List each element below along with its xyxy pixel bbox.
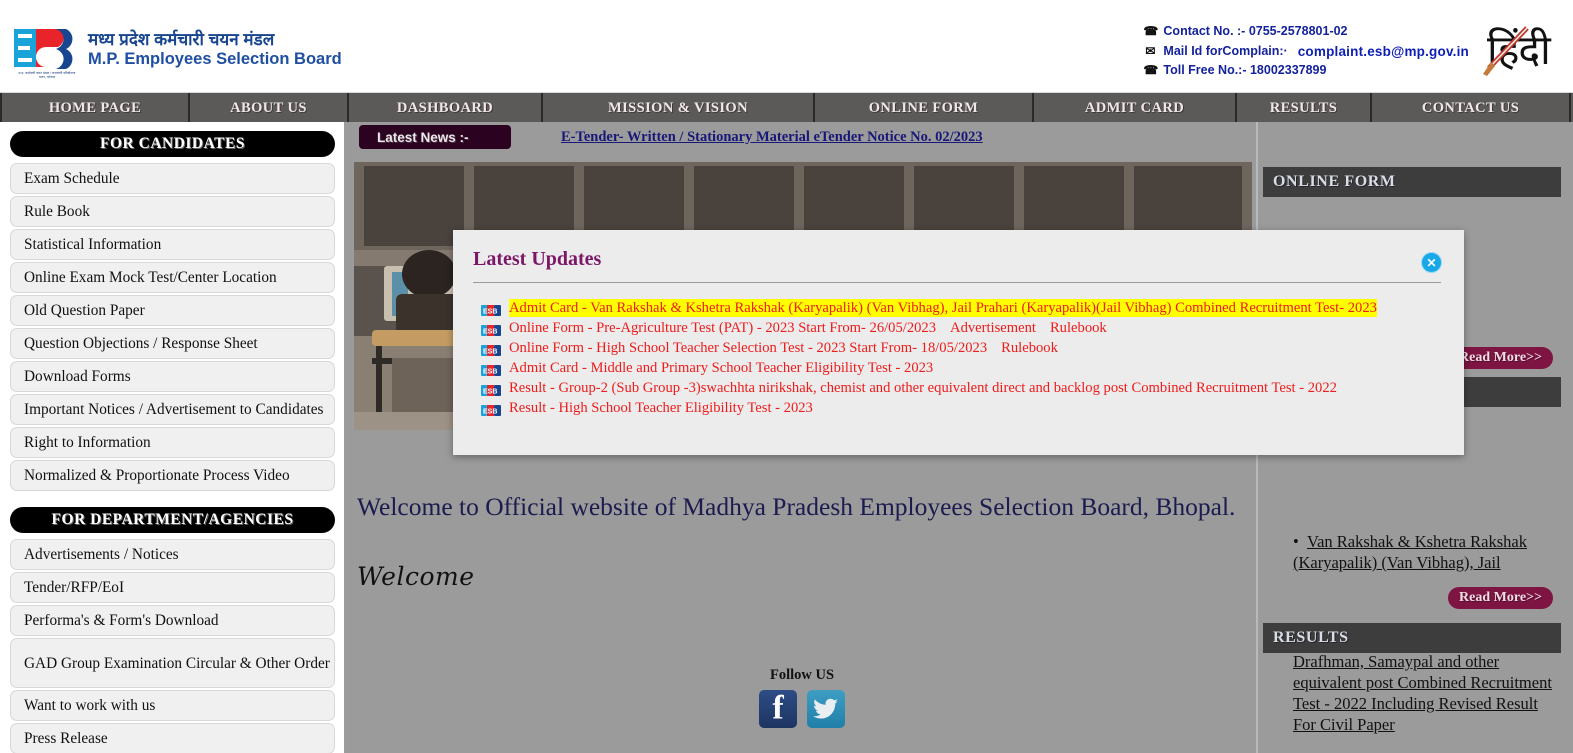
main-navigation: HOME PAGE ABOUT US DASHBOARD MISSION & V… [0, 92, 1573, 123]
list-item: ESB Result - High School Teacher Eligibi… [481, 398, 1452, 418]
sidebar-heading-department: FOR DEPARTMENT/AGENCIES [10, 507, 335, 533]
page-root: म.प्र. कर्मचारी चयन मंडल / राजधानी परियो… [0, 0, 1573, 753]
follow-us-label: Follow US [769, 667, 835, 683]
svg-text:ESB: ESB [483, 348, 497, 355]
logo-subcaption: म.प्र. कर्मचारी चयन मंडल / राजधानी परियो… [18, 71, 76, 79]
latest-updates-list: ESB Admit Card - Van Rakshak & Kshetra R… [481, 298, 1452, 418]
sidebar-item-statistical-information[interactable]: Statistical Information [10, 229, 335, 260]
svg-text:ESB: ESB [483, 388, 497, 395]
rightbar-admit-card-read-more[interactable]: Read More>> [1448, 587, 1553, 609]
nav-item-results[interactable]: RESULTS [1237, 93, 1372, 123]
nav-item-dashboard[interactable]: DASHBOARD [349, 93, 543, 123]
list-item: ESB Online Form - Pre-Agriculture Test (… [481, 318, 1452, 338]
svg-text:ESB: ESB [483, 368, 497, 375]
sidebar-item-press-release[interactable]: Press Release [10, 723, 335, 753]
contact-phone-label: Contact No. :- 0755-2578801-02 [1163, 24, 1348, 38]
sidebar-item-important-notices[interactable]: Important Notices / Advertisement to Can… [10, 394, 335, 425]
site-header: म.प्र. कर्मचारी चयन मंडल / राजधानी परियो… [0, 0, 1573, 92]
rightbar-heading-online-form: ONLINE FORM [1263, 167, 1561, 197]
nav-item-contact-us[interactable]: CONTACT US [1372, 93, 1571, 123]
esb-badge-icon: ESB [481, 323, 501, 336]
logo-title-english: M.P. Employees Selection Board [88, 49, 342, 68]
nav-item-admit-card[interactable]: ADMIT CARD [1034, 93, 1237, 123]
sidebar-heading-candidates: FOR CANDIDATES [10, 131, 335, 157]
esb-badge-icon: ESB [481, 363, 501, 376]
contact-tollfree-line: ☎ Toll Free No.:- 18002337899 [1143, 61, 1469, 81]
svg-text:ESB: ESB [483, 328, 497, 335]
mail-icon: ✉ [1145, 43, 1156, 58]
list-item: ESB Admit Card - Van Rakshak & Kshetra R… [481, 298, 1452, 318]
contact-mail-value[interactable]: complaint.esb@mp.gov.in [1298, 42, 1469, 62]
sidebar-item-online-exam-mock-test[interactable]: Online Exam Mock Test/Center Location [10, 262, 335, 293]
list-item: ESB Admit Card - Middle and Primary Scho… [481, 358, 1452, 378]
welcome-script-heading: Welcome [357, 562, 475, 591]
svg-text:ESB: ESB [483, 308, 497, 315]
follow-us-section: Follow US [347, 667, 1257, 728]
rightbar-admit-card-item[interactable]: • Van Rakshak & Kshetra Rakshak (Karyapal… [1293, 531, 1555, 575]
nav-item-about-us[interactable]: ABOUT US [190, 93, 349, 123]
sidebar-item-question-objections[interactable]: Question Objections / Response Sheet [10, 328, 335, 359]
header-contact-block: ☎ Contact No. :- 0755-2578801-02 ✉ Mail … [1143, 22, 1469, 81]
sidebar-item-normalized-process-video[interactable]: Normalized & Proportionate Process Video [10, 460, 335, 491]
modal-divider [473, 282, 1441, 283]
sidebar-item-gad-group-examination[interactable]: GAD Group Examination Circular & Other O… [10, 638, 335, 688]
site-logo[interactable]: म.प्र. कर्मचारी चयन मंडल / राजधानी परियो… [14, 27, 342, 79]
rightbar-results-item[interactable]: Drafhman, Samaypal and other equivalent … [1293, 653, 1555, 753]
rightbar-results-body: Drafhman, Samaypal and other equivalent … [1263, 653, 1561, 753]
latest-news-label: Latest News :- [359, 125, 511, 149]
update-2-advertisement-link[interactable]: Advertisement [950, 319, 1036, 337]
update-3-rulebook-link[interactable]: Rulebook [1001, 339, 1058, 357]
list-item: ESB Result - Group-2 (Sub Group -3)swach… [481, 378, 1452, 398]
nav-item-home-page[interactable]: HOME PAGE [0, 93, 190, 123]
contact-mail-line: ✉ Mail Id forComplain:· complaint.esb@mp… [1143, 42, 1469, 62]
twitter-icon[interactable] [807, 690, 845, 728]
sidebar-item-exam-schedule[interactable]: Exam Schedule [10, 163, 335, 194]
esb-badge-icon: ESB [481, 383, 501, 396]
latest-updates-modal: Latest Updates ✕ ESB Admit Card - Van Ra… [453, 230, 1464, 455]
nav-item-mission-vision[interactable]: MISSION & VISION [543, 93, 815, 123]
sidebar-item-tender-rfp-eoi[interactable]: Tender/RFP/EoI [10, 572, 335, 603]
nav-item-online-form[interactable]: ONLINE FORM [815, 93, 1034, 123]
contact-phone-line: ☎ Contact No. :- 0755-2578801-02 [1143, 22, 1469, 42]
update-link-5[interactable]: Result - Group-2 (Sub Group -3)swachhta … [509, 379, 1337, 397]
paintbrush-icon [1483, 26, 1529, 76]
rightbar-admit-card-link[interactable]: Van Rakshak & Kshetra Rakshak (Karyapali… [1293, 532, 1527, 572]
list-item: ESB Online Form - High School Teacher Se… [481, 338, 1452, 358]
sidebar-item-right-to-information[interactable]: Right to Information [10, 427, 335, 458]
esb-badge-icon: ESB [481, 403, 501, 416]
update-link-6[interactable]: Result - High School Teacher Eligibility… [509, 399, 813, 417]
modal-title: Latest Updates [473, 248, 602, 270]
bullet-icon: • [1293, 532, 1299, 551]
sidebar-item-rule-book[interactable]: Rule Book [10, 196, 335, 227]
social-links [347, 690, 1257, 728]
sidebar-item-advertisements-notices[interactable]: Advertisements / Notices [10, 539, 335, 570]
phone-icon: ☎ [1143, 24, 1159, 38]
update-link-1[interactable]: Admit Card - Van Rakshak & Kshetra Raksh… [509, 299, 1377, 317]
latest-news-link[interactable]: E-Tender- Written / Stationary Material … [561, 129, 983, 146]
sidebar-item-old-question-paper[interactable]: Old Question Paper [10, 295, 335, 326]
welcome-paragraph: Welcome to Official website of Madhya Pr… [357, 492, 1236, 521]
logo-title-hindi: मध्य प्रदेश कर्मचारी चयन मंडल [88, 29, 275, 49]
esb-badge-icon: ESB [481, 343, 501, 356]
left-sidebar: FOR CANDIDATES Exam Schedule Rule Book S… [0, 122, 345, 753]
facebook-icon[interactable] [759, 690, 797, 728]
update-2-rulebook-link[interactable]: Rulebook [1050, 319, 1107, 337]
language-toggle-hindi[interactable]: हिंदी [1475, 20, 1567, 82]
contact-tollfree-label: Toll Free No.:- 18002337899 [1163, 63, 1327, 77]
contact-mail-label: Mail Id forComplain:· [1163, 43, 1288, 58]
esb-badge-icon: ESB [481, 303, 501, 316]
close-icon[interactable]: ✕ [1421, 252, 1442, 273]
update-link-2[interactable]: Online Form - Pre-Agriculture Test (PAT)… [509, 319, 936, 337]
rightbar-heading-results: RESULTS [1263, 623, 1561, 653]
esb-logo-icon: म.प्र. कर्मचारी चयन मंडल / राजधानी परियो… [14, 27, 78, 79]
sidebar-item-download-forms[interactable]: Download Forms [10, 361, 335, 392]
sidebar-item-want-to-work-with-us[interactable]: Want to work with us [10, 690, 335, 721]
phone-icon: ☎ [1143, 63, 1159, 77]
update-link-3[interactable]: Online Form - High School Teacher Select… [509, 339, 987, 357]
sidebar-item-performa-forms-download[interactable]: Performa's & Form's Download [10, 605, 335, 636]
latest-news-bar: Latest News :- E-Tender- Written / Stati… [347, 122, 1257, 152]
svg-text:ESB: ESB [483, 408, 497, 415]
update-link-4[interactable]: Admit Card - Middle and Primary School T… [509, 359, 933, 377]
